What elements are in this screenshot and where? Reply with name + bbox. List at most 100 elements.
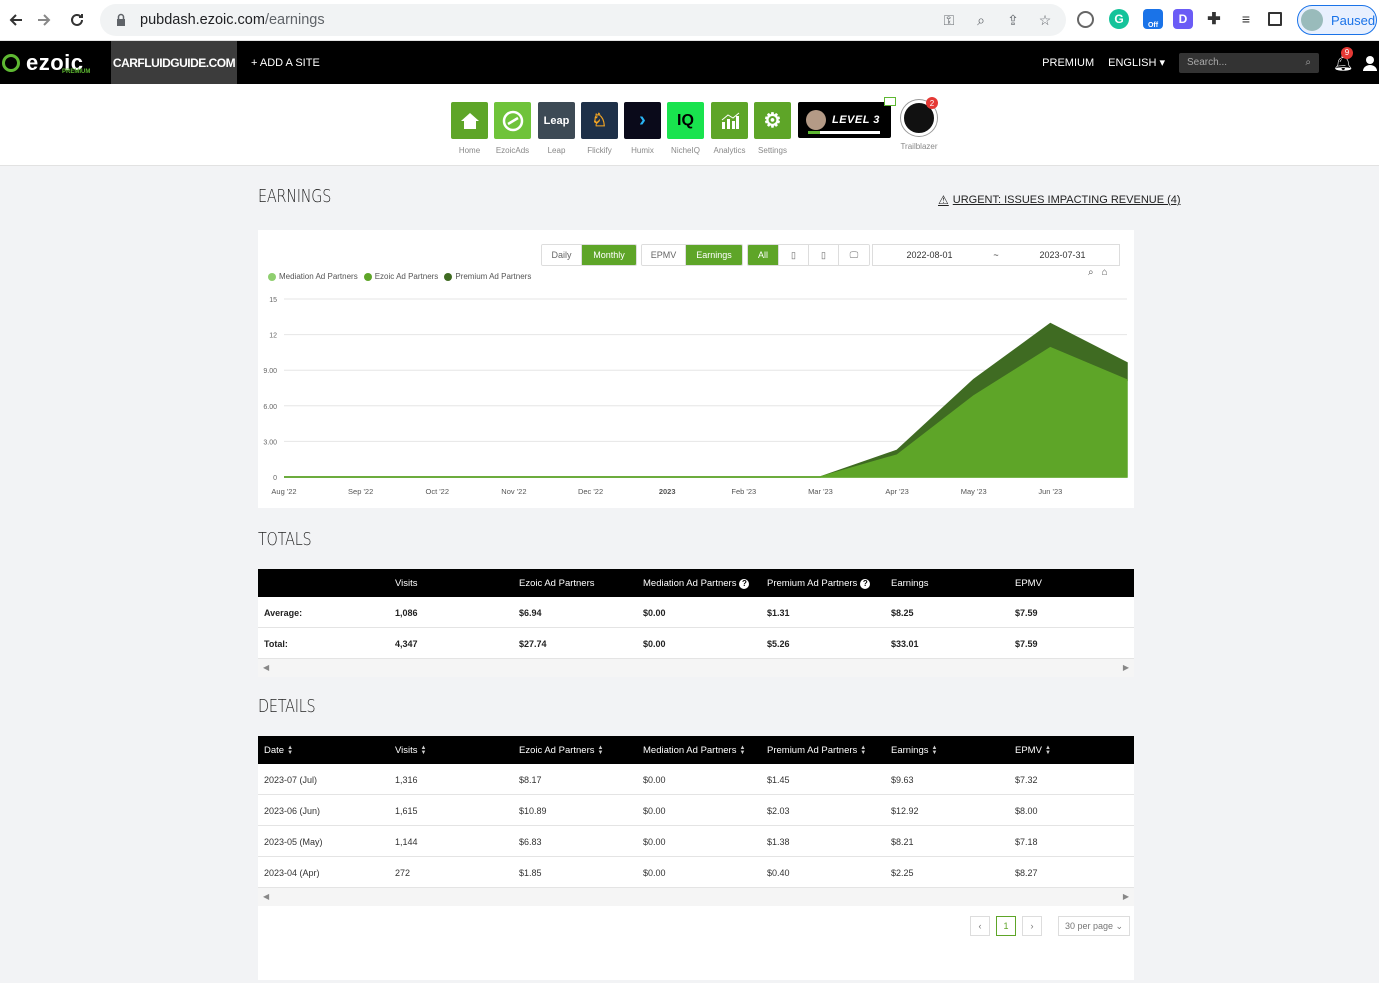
- search-input[interactable]: Search... ⌕: [1179, 52, 1319, 73]
- table-row: Total: 4,347 $27.74 $0.00 $5.26 $33.01 $…: [258, 628, 1134, 659]
- next-page-button[interactable]: ›: [1022, 916, 1042, 936]
- daily-button[interactable]: Daily: [542, 245, 582, 265]
- y-tick-label: 0: [273, 475, 277, 482]
- user-icon[interactable]: [1363, 55, 1377, 71]
- scroll-left-icon[interactable]: ◀: [263, 892, 269, 901]
- x-tick-label: 2023: [659, 487, 676, 496]
- gear-icon: ⚙: [754, 102, 791, 139]
- level-badge[interactable]: LEVEL 3: [798, 102, 891, 138]
- ezoic-extension-icon[interactable]: [1077, 11, 1094, 28]
- horizontal-scrollbar[interactable]: ◀ ▶: [258, 659, 1134, 677]
- y-tick-label: 12: [269, 333, 277, 340]
- forward-icon[interactable]: [28, 4, 60, 36]
- scroll-right-icon[interactable]: ▶: [1123, 892, 1129, 901]
- url-text: pubdash.ezoic.com/earnings: [140, 12, 325, 28]
- grammarly-icon[interactable]: G: [1109, 9, 1129, 29]
- reload-icon[interactable]: [61, 4, 93, 36]
- add-site-link[interactable]: + ADD A SITE: [251, 57, 320, 69]
- urgent-issues-link[interactable]: ⚠ URGENT: ISSUES IMPACTING REVENUE (4): [938, 193, 1181, 207]
- d-extension-icon[interactable]: D: [1173, 9, 1193, 29]
- legend-item-mediation[interactable]: Mediation Ad Partners: [268, 272, 358, 281]
- ezoic-logo[interactable]: ezoic PREMIUM: [0, 41, 111, 84]
- y-tick-label: 3.00: [263, 439, 277, 446]
- coupon-extension-icon[interactable]: Off: [1143, 9, 1163, 29]
- sort-date[interactable]: Date ▲ ▼: [264, 745, 293, 757]
- y-tick-label: 6.00: [263, 404, 277, 411]
- per-page-select[interactable]: 30 per page ⌄: [1058, 916, 1130, 936]
- prev-page-button[interactable]: ‹: [970, 916, 990, 936]
- star-icon[interactable]: ☆: [1036, 11, 1054, 29]
- sort-earnings[interactable]: Earnings ▲ ▼: [891, 745, 937, 757]
- analytics-icon: [711, 102, 748, 139]
- zoom-icon[interactable]: ⌕: [972, 11, 990, 29]
- media-control-icon[interactable]: ≡: [1236, 9, 1256, 29]
- date-range-picker[interactable]: 2022-08-01 ~ 2023-07-31: [872, 244, 1120, 266]
- bell-icon[interactable]: 🔔︎ 9: [1333, 46, 1353, 73]
- site-selector[interactable]: CARFLUIDGUIDE.COM: [111, 41, 237, 84]
- avatar: [1301, 9, 1323, 31]
- premium-header: Premium Ad Partners?: [767, 578, 871, 589]
- mail-icon[interactable]: [884, 97, 896, 106]
- all-devices-button[interactable]: All: [748, 245, 779, 265]
- app-humix[interactable]: › Humix: [624, 102, 661, 155]
- details-header: Date ▲ ▼ Visits ▲ ▼ Ezoic Ad Partners ▲ ▼ Medi…: [258, 736, 1134, 764]
- sort-mediation[interactable]: Mediation Ad Partners ▲ ▼: [643, 745, 745, 757]
- app-launcher: Home EzoicAds Leap Leap ♘ Flickify › Hum…: [0, 84, 1379, 166]
- profile-button[interactable]: Paused: [1297, 5, 1377, 35]
- warning-icon: ⚠: [938, 193, 949, 207]
- earnings-button[interactable]: Earnings: [686, 245, 742, 265]
- scroll-left-icon[interactable]: ◀: [263, 663, 269, 672]
- language-dropdown[interactable]: ENGLISH ▾: [1108, 56, 1165, 69]
- legend-dot: [444, 272, 453, 281]
- tablet-icon[interactable]: ▯: [809, 245, 839, 265]
- legend-item-ezoic[interactable]: Ezoic Ad Partners: [363, 272, 438, 281]
- x-tick-label: Nov '22: [501, 487, 526, 496]
- premium-link[interactable]: PREMIUM: [1042, 57, 1094, 69]
- app-leap[interactable]: Leap Leap: [538, 102, 575, 155]
- table-row: 2023-05 (May) 1,144 $6.83 $0.00 $1.38 $8.21 $7…: [258, 826, 1134, 857]
- horizontal-scrollbar[interactable]: ◀ ▶: [258, 888, 1134, 906]
- app-analytics[interactable]: Analytics: [711, 102, 748, 155]
- legend-dot: [363, 272, 372, 281]
- app-settings[interactable]: ⚙ Settings: [754, 102, 791, 155]
- ezoicads-icon: [494, 102, 531, 139]
- details-table: Date ▲ ▼ Visits ▲ ▼ Ezoic Ad Partners ▲ ▼ Medi…: [258, 736, 1134, 906]
- y-tick-label: 15: [269, 297, 277, 304]
- app-flickify[interactable]: ♘ Flickify: [581, 102, 618, 155]
- earnings-chart-card: Daily Monthly EPMV Earnings All ▯ ▯ 🖵︎ 2…: [258, 230, 1134, 508]
- sort-ezoic[interactable]: Ezoic Ad Partners ▲ ▼: [519, 745, 603, 757]
- nicheiq-icon: IQ: [667, 102, 704, 139]
- scroll-right-icon[interactable]: ▶: [1123, 663, 1129, 672]
- table-row: Average: 1,086 $6.94 $0.00 $1.31 $8.25 $…: [258, 597, 1134, 628]
- trailblazer-button[interactable]: 2 Trailblazer: [899, 97, 939, 151]
- home-icon: [451, 102, 488, 139]
- epmv-button[interactable]: EPMV: [642, 245, 686, 265]
- lock-icon: [117, 13, 125, 26]
- x-tick-label: Apr '23: [885, 487, 909, 496]
- help-icon[interactable]: ?: [860, 578, 871, 589]
- earnings-title: EARNINGS: [258, 186, 332, 207]
- app-home[interactable]: Home: [451, 102, 488, 155]
- zoom-icon[interactable]: ⌕: [1088, 267, 1094, 278]
- page-1-button[interactable]: 1: [996, 916, 1016, 936]
- sort-visits[interactable]: Visits ▲ ▼: [395, 745, 426, 757]
- help-icon[interactable]: ?: [739, 578, 750, 589]
- x-tick-label: Oct '22: [426, 487, 450, 496]
- extensions-puzzle-icon[interactable]: ✚: [1204, 9, 1224, 29]
- legend-item-premium[interactable]: Premium Ad Partners: [444, 272, 531, 281]
- mobile-icon[interactable]: ▯: [779, 245, 809, 265]
- side-panel-icon[interactable]: [1268, 12, 1282, 26]
- share-icon[interactable]: ⇪: [1004, 11, 1022, 29]
- profile-status: Paused: [1331, 12, 1376, 28]
- desktop-icon[interactable]: 🖵︎: [839, 245, 869, 265]
- reset-home-icon[interactable]: ⌂: [1102, 267, 1108, 278]
- monthly-button[interactable]: Monthly: [582, 245, 636, 265]
- earnings-chart: 0 3.00 6.00 9.00 12 15 Aug '22 Sep '22 Oct '22 No…: [263, 297, 1128, 496]
- address-bar[interactable]: pubdash.ezoic.com/earnings ⚿ ⌕ ⇪ ☆: [100, 4, 1066, 36]
- key-icon[interactable]: ⚿: [940, 11, 958, 29]
- app-nicheiq[interactable]: IQ NicheIQ: [667, 102, 704, 155]
- chart-tools: ⌕ ⌂: [1088, 267, 1108, 278]
- sort-premium[interactable]: Premium Ad Partners ▲ ▼: [767, 745, 866, 757]
- sort-epmv[interactable]: EPMV ▲ ▼: [1015, 745, 1051, 757]
- app-ezoicads[interactable]: EzoicAds: [494, 102, 531, 155]
